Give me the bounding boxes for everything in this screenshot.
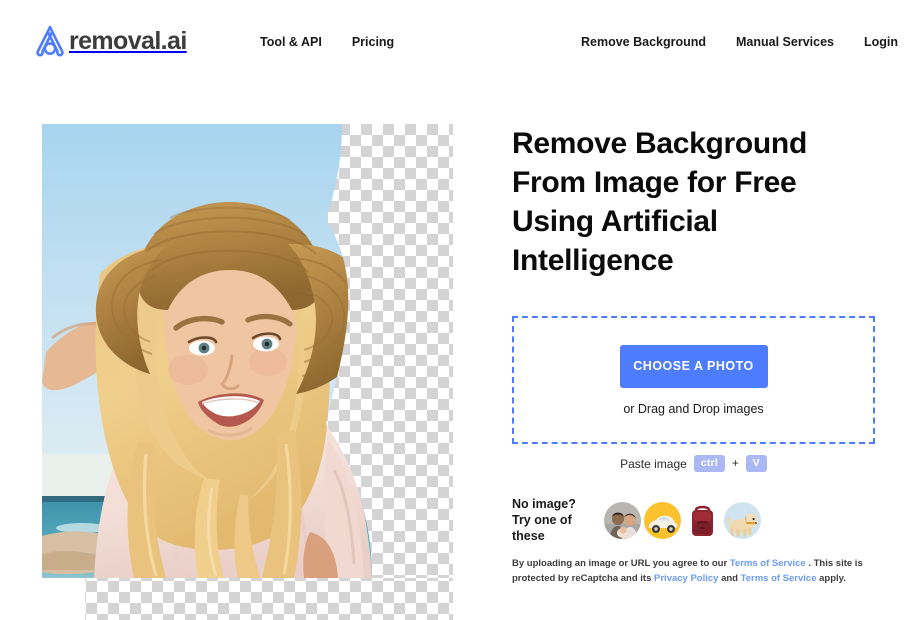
privacy-policy-link[interactable]: Privacy Policy xyxy=(654,573,718,584)
sample-images-section: No image? Try one of these xyxy=(512,496,761,544)
legal-disclaimer: By uploading an image or URL you agree t… xyxy=(512,556,864,586)
nav-item-login[interactable]: Login xyxy=(864,34,898,50)
legal-text-part1: By uploading an image or URL you agree t… xyxy=(512,558,730,569)
nav-item-manual-services[interactable]: Manual Services xyxy=(736,34,834,50)
sample-backpack-thumb[interactable] xyxy=(684,501,721,539)
primary-nav-right: Remove Background Manual Services Login xyxy=(581,34,898,50)
paste-image-hint: Paste image ctrl + V xyxy=(512,455,875,472)
plus-separator: + xyxy=(731,457,739,470)
legal-text-part4: apply. xyxy=(816,573,846,584)
v-key-badge: V xyxy=(745,455,767,472)
ctrl-key-badge: ctrl xyxy=(693,455,725,472)
nav-item-tool-api[interactable]: Tool & API xyxy=(260,34,322,50)
site-header: removal.ai Tool & API Pricing Remove Bac… xyxy=(0,0,916,84)
nav-item-pricing[interactable]: Pricing xyxy=(352,34,394,50)
hero-panel: Remove Background From Image for Free Us… xyxy=(512,124,878,584)
drag-drop-hint: or Drag and Drop images xyxy=(623,401,764,416)
removal-ai-logo-icon xyxy=(33,24,67,58)
transparency-checkerboard-bottom xyxy=(85,578,453,620)
hero-photo xyxy=(42,124,453,578)
sample-car-thumb[interactable] xyxy=(644,501,681,539)
sample-family-thumb[interactable] xyxy=(604,501,641,539)
sample-images-label: No image? Try one of these xyxy=(512,496,604,544)
terms-of-service-link-2[interactable]: Terms of Service xyxy=(741,573,817,584)
paste-image-label: Paste image xyxy=(620,456,687,471)
sample-dog-thumb[interactable] xyxy=(724,501,761,539)
sample-thumbnails xyxy=(604,501,761,539)
legal-text-part3: and xyxy=(718,573,741,584)
page-title: Remove Background From Image for Free Us… xyxy=(512,127,807,277)
nav-item-remove-background[interactable]: Remove Background xyxy=(581,34,706,50)
terms-of-service-link-1[interactable]: Terms of Service xyxy=(730,558,806,569)
sample-label-line2: Try one of these xyxy=(512,513,572,543)
logo-text: removal.ai xyxy=(69,26,187,55)
choose-a-photo-button[interactable]: CHOOSE A PHOTO xyxy=(619,344,768,388)
primary-nav-left: Tool & API Pricing xyxy=(260,34,394,50)
upload-dropzone[interactable]: CHOOSE A PHOTO or Drag and Drop images xyxy=(512,316,875,444)
hero-cutout-image xyxy=(42,124,453,578)
sample-label-line1: No image? xyxy=(512,497,576,511)
logo[interactable]: removal.ai xyxy=(33,24,187,58)
